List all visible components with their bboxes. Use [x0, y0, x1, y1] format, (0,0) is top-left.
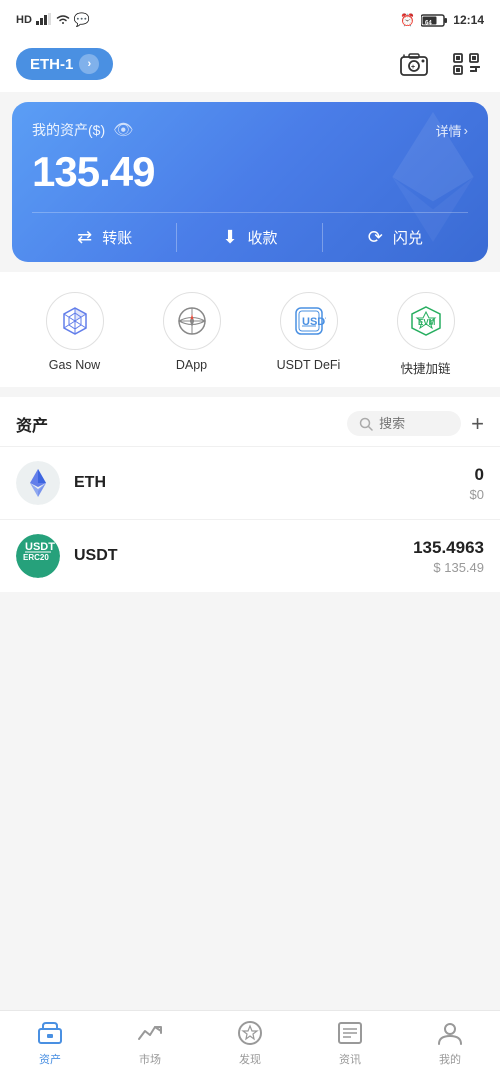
transfer-icon: ⇄	[77, 227, 92, 248]
usdt-defi-label: USDT DeFi	[277, 358, 341, 372]
quick-menu: Gas Now DApp USDT	[0, 272, 500, 387]
receive-action[interactable]: ⬇ 收款	[177, 213, 322, 262]
asset-label-text: 我的资产($)	[32, 120, 105, 140]
assets-controls: +	[347, 411, 484, 436]
svg-text:USDT: USDT	[25, 541, 55, 553]
evm-icon-wrap: EVM	[397, 292, 455, 350]
dapp-label: DApp	[176, 358, 207, 372]
evm-label: 快捷加链	[400, 358, 450, 377]
asset-item-usdt[interactable]: ERC20 USDT USDT 135.4963 $ 135.49	[0, 519, 500, 592]
time-display: 12:14	[453, 13, 484, 27]
nav-assets-label: 资产	[39, 1051, 61, 1067]
search-box[interactable]	[347, 411, 461, 436]
quick-item-dapp[interactable]: DApp	[147, 292, 237, 377]
asset-item-eth[interactable]: ETH 0 $0	[0, 446, 500, 519]
assets-title: 资产	[16, 412, 48, 436]
eth-usd: $0	[470, 487, 484, 502]
quick-item-usdt-defi[interactable]: USDT USDT DeFi	[264, 292, 354, 377]
signal-bars	[36, 13, 52, 28]
status-bar: HD 💬 ⏰ 64 1	[0, 0, 500, 36]
svg-text:ERC20: ERC20	[23, 553, 49, 562]
nav-discover-icon	[236, 1019, 264, 1047]
asset-card: 我的资产($) 👁 详情 › 135.49 ⇄ 转账 ⬇ 收款 ⟳	[12, 102, 488, 262]
assets-header: 资产 +	[0, 397, 500, 446]
svg-text:+: +	[411, 64, 415, 71]
eth-amount: 0	[470, 465, 484, 485]
camera-button[interactable]: +	[396, 46, 432, 82]
wifi-icon	[56, 13, 70, 28]
nav-market-icon	[136, 1019, 164, 1047]
transfer-action[interactable]: ⇄ 转账	[32, 213, 177, 262]
assets-section: 资产 + ETH 0 $0	[0, 397, 500, 592]
quick-item-evm[interactable]: EVM 快捷加链	[381, 292, 471, 377]
nav-assets-icon	[36, 1019, 64, 1047]
search-input[interactable]	[379, 416, 449, 431]
asset-label: 我的资产($) 👁	[32, 120, 133, 140]
nav-market[interactable]: 市场	[120, 1019, 180, 1067]
network-label: HD	[16, 14, 32, 26]
receive-icon: ⬇	[222, 227, 237, 248]
nav-profile[interactable]: 我的	[420, 1019, 480, 1067]
nav-news-label: 资讯	[339, 1051, 361, 1067]
transfer-label: 转账	[102, 227, 132, 248]
nav-discover[interactable]: 发现	[220, 1019, 280, 1067]
nav-profile-label: 我的	[439, 1051, 461, 1067]
account-chevron[interactable]: ›	[79, 54, 99, 74]
status-right: ⏰ 64 12:14	[400, 13, 484, 27]
nav-assets[interactable]: 资产	[20, 1019, 80, 1067]
nav-news[interactable]: 资讯	[320, 1019, 380, 1067]
eth-values: 0 $0	[470, 465, 484, 502]
gas-now-label: Gas Now	[49, 358, 100, 372]
swap-label: 闪兑	[393, 227, 423, 248]
alarm-icon: ⏰	[400, 13, 415, 27]
usdt-amount: 135.4963	[413, 538, 484, 558]
dapp-icon-wrap	[163, 292, 221, 350]
nav-discover-label: 发现	[239, 1051, 261, 1067]
bottom-nav: 资产 市场 发现 资讯	[0, 1010, 500, 1083]
account-label: ETH-1	[30, 56, 73, 73]
usdt-name: USDT	[74, 547, 118, 565]
swap-action[interactable]: ⟳ 闪兑	[323, 213, 468, 262]
header: ETH-1 › +	[0, 36, 500, 92]
header-icons: +	[396, 46, 484, 82]
usdt-logo: ERC20 USDT	[16, 534, 60, 578]
nav-news-icon	[336, 1019, 364, 1047]
eth-name: ETH	[74, 474, 106, 492]
nav-market-label: 市场	[139, 1051, 161, 1067]
battery-indicator: 64	[421, 14, 447, 27]
swap-icon: ⟳	[368, 227, 383, 248]
gas-now-icon-wrap	[46, 292, 104, 350]
quick-item-gas-now[interactable]: Gas Now	[30, 292, 120, 377]
usdt-defi-icon-wrap: USDT	[280, 292, 338, 350]
nav-profile-icon	[436, 1019, 464, 1047]
card-actions: ⇄ 转账 ⬇ 收款 ⟳ 闪兑	[32, 212, 468, 262]
status-left: HD 💬	[16, 12, 90, 28]
usdt-values: 135.4963 $ 135.49	[413, 538, 484, 575]
receive-label: 收款	[248, 227, 278, 248]
svg-text:64: 64	[425, 20, 432, 26]
add-asset-button[interactable]: +	[471, 413, 484, 435]
wechat-icon: 💬	[74, 12, 90, 28]
search-icon	[359, 417, 373, 431]
usdt-usd: $ 135.49	[413, 560, 484, 575]
eth-logo	[16, 461, 60, 505]
scan-button[interactable]	[448, 46, 484, 82]
account-badge[interactable]: ETH-1 ›	[16, 48, 113, 80]
eye-icon[interactable]: 👁	[113, 120, 133, 140]
